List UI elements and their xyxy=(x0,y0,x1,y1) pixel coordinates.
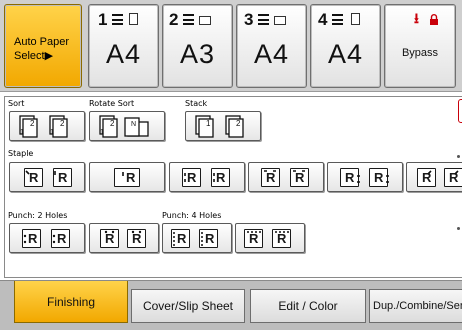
stack-button[interactable]: 1 2 xyxy=(185,111,261,141)
paper-orientation-icon xyxy=(199,16,211,25)
sort-button[interactable]: 2 2 1 1 xyxy=(9,111,85,141)
staple-mark-icon xyxy=(357,175,389,183)
stack-icon: 1 2 xyxy=(195,115,244,138)
tray-4-number: 4 xyxy=(318,10,328,29)
staple-top-right-button[interactable]: R xyxy=(89,162,165,192)
punch-2-top-button[interactable]: R R xyxy=(89,223,159,253)
tray-3-size: A4 xyxy=(253,39,290,69)
punch-2-holes-label: Punch: 2 Holes xyxy=(8,211,68,220)
staple-mark-icon xyxy=(122,172,124,176)
tray-1-number: 1 xyxy=(98,10,108,29)
stack-label: Stack xyxy=(185,99,208,108)
staple-label: Staple xyxy=(8,149,34,158)
auto-paper-select-button[interactable]: Auto Paper Select▶ xyxy=(4,4,82,88)
divider-dot xyxy=(457,155,460,158)
punch-4-holes-label: Punch: 4 Holes xyxy=(162,211,222,220)
lock-icon xyxy=(430,14,438,25)
tray-4-size: A4 xyxy=(327,39,364,69)
bypass-tray-button[interactable]: ⭳ Bypass xyxy=(384,4,456,88)
copier-screen: { "trays": [ {"label": "Auto Paper\nSele… xyxy=(0,0,462,330)
paper-tray-bar: Auto Paper Select▶ 1 A4 2 A3 3 A4 4 A4 ⭳… xyxy=(0,0,462,92)
staple-mark-icon xyxy=(264,170,305,172)
svg-text:2: 2 xyxy=(30,119,35,128)
staple-mark-icon xyxy=(184,173,215,182)
svg-text:1: 1 xyxy=(50,129,54,136)
punch-holes-icon xyxy=(173,232,203,246)
rotate-sort-button[interactable]: 2 1 N xyxy=(89,111,165,141)
paper-orientation-icon xyxy=(351,13,360,25)
svg-text:2: 2 xyxy=(236,119,241,128)
svg-text:2: 2 xyxy=(110,119,115,128)
staple-left-2-button[interactable]: R R xyxy=(169,162,245,192)
finishing-panel: Sort Rotate Sort Stack 2 2 1 1 2 1 N 1 2… xyxy=(4,96,462,278)
svg-text:N: N xyxy=(131,121,136,128)
paper-stack-icon xyxy=(112,14,123,25)
punch-2-left-button[interactable]: R R xyxy=(9,223,85,253)
sort-icon: 2 2 1 1 xyxy=(19,115,68,138)
scroll-edge-button[interactable] xyxy=(458,99,462,123)
staple-top-2-button[interactable]: R R xyxy=(248,162,324,192)
tab-dup-combine-series[interactable]: Dup./Combine/Ser xyxy=(369,289,462,323)
svg-text:1: 1 xyxy=(206,119,211,128)
tray-2-button[interactable]: 2 A3 xyxy=(162,4,233,88)
staple-right-2-button[interactable]: R R xyxy=(327,162,403,192)
paper-stack-icon xyxy=(258,14,269,25)
sort-label: Sort xyxy=(8,99,25,108)
rotate-sort-icon: 2 1 N xyxy=(99,115,149,138)
staple-top-right-angled-button[interactable]: R R xyxy=(406,162,462,192)
staple-top-left-button[interactable]: R R xyxy=(9,162,85,192)
tray-1-button[interactable]: 1 A4 xyxy=(88,4,159,88)
bypass-arrow-icon: ⭳ xyxy=(414,11,419,27)
tray-2-number: 2 xyxy=(169,10,179,29)
tray-1-size: A4 xyxy=(105,39,142,69)
punch-4-left-button[interactable]: R R xyxy=(162,223,232,253)
rotate-sort-label: Rotate Sort xyxy=(89,99,135,108)
tray-3-number: 3 xyxy=(244,10,254,29)
paper-stack-icon xyxy=(183,14,194,25)
divider-dot xyxy=(457,227,460,230)
paper-stack-icon xyxy=(332,14,343,25)
auto-paper-select-label: Auto Paper Select▶ xyxy=(14,36,70,62)
paper-orientation-icon xyxy=(129,13,138,25)
tab-finishing[interactable]: Finishing xyxy=(14,281,128,323)
punch-holes-icon xyxy=(23,234,56,244)
staple-mark-icon xyxy=(25,170,56,175)
svg-text:1: 1 xyxy=(100,129,104,136)
tray-4-button[interactable]: 4 A4 xyxy=(310,4,381,88)
svg-text:2: 2 xyxy=(60,119,65,128)
tray-3-button[interactable]: 3 A4 xyxy=(236,4,307,88)
staple-mark-icon xyxy=(427,170,459,175)
paper-orientation-icon xyxy=(274,16,286,25)
svg-text:1: 1 xyxy=(20,129,24,136)
punch-4-top-button[interactable]: R R xyxy=(235,223,305,253)
bypass-label: Bypass xyxy=(401,47,439,59)
tab-cover-slip-sheet[interactable]: Cover/Slip Sheet xyxy=(131,289,245,323)
punch-holes-icon xyxy=(247,231,289,233)
tab-edit-color[interactable]: Edit / Color xyxy=(250,289,366,323)
tray-2-size: A3 xyxy=(179,39,216,69)
function-tab-bar: Finishing Cover/Slip Sheet Edit / Color … xyxy=(0,280,462,330)
punch-holes-icon xyxy=(104,230,142,234)
